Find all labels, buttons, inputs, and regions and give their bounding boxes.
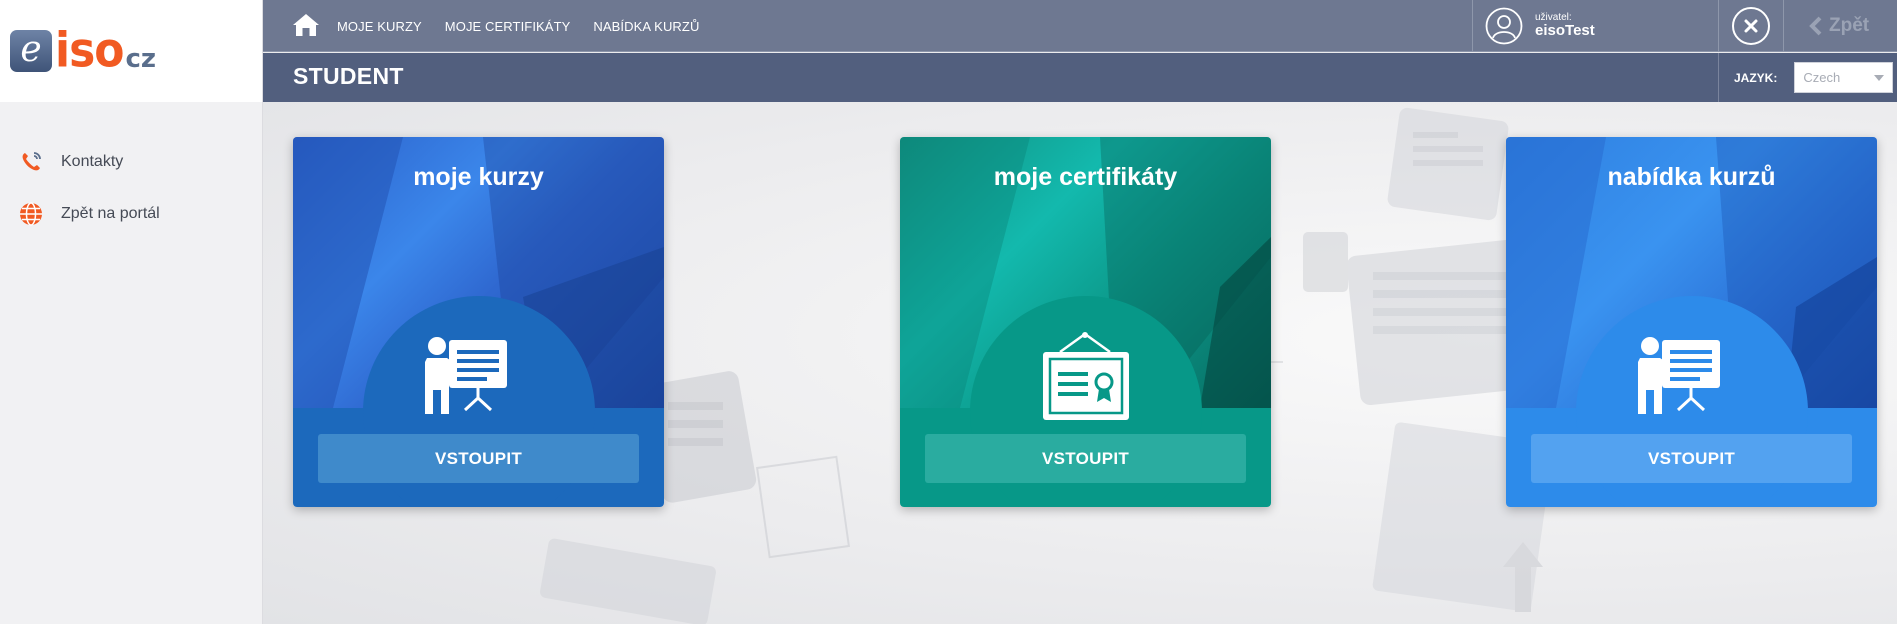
back-button[interactable]: Zpět <box>1783 0 1897 52</box>
card-title: moje kurzy <box>413 163 544 191</box>
logo-area: e iso cz <box>0 0 262 102</box>
nav-my-courses[interactable]: MOJE KURZY <box>337 19 422 34</box>
presentation-icon <box>1636 332 1747 427</box>
chevron-left-icon <box>1809 16 1822 36</box>
card-course-offer[interactable]: nabídka kurzů VSTOUPIT <box>1506 137 1877 507</box>
sidebar-item-contacts[interactable]: Kontakty <box>0 136 262 188</box>
language-value: Czech <box>1803 70 1841 85</box>
chevron-down-icon <box>1874 74 1885 81</box>
enter-button[interactable]: VSTOUPIT <box>318 434 639 483</box>
language-switcher: JAZYK: Czech <box>1718 53 1897 102</box>
card-title: nabídka kurzů <box>1607 163 1776 191</box>
user-info: uživatel: eisoTest <box>1535 12 1595 40</box>
top-nav: MOJE KURZY MOJE CERTIFIKÁTY NABÍDKA KURZ… <box>337 0 722 52</box>
presentation-icon <box>423 332 534 427</box>
language-select[interactable]: Czech <box>1794 62 1894 93</box>
sidebar-item-back-to-portal[interactable]: Zpět na portál <box>0 188 262 240</box>
card-my-certificates[interactable]: moje certifikáty VSTOUPIT <box>900 137 1271 507</box>
globe-icon <box>17 200 45 228</box>
sidebar-item-label: Kontakty <box>61 153 124 170</box>
section-bar: STUDENT JAZYK: Czech <box>263 53 1897 102</box>
sidebar: e iso cz Kontakty Zpět na portál <box>0 0 263 624</box>
logo-e: e <box>10 30 52 72</box>
sidebar-item-label: Zpět na portál <box>61 205 160 222</box>
user-name: eisoTest <box>1535 22 1595 40</box>
user-avatar-icon <box>1485 7 1523 45</box>
page-title: STUDENT <box>293 63 404 89</box>
close-button[interactable] <box>1732 7 1770 45</box>
enter-button[interactable]: VSTOUPIT <box>925 434 1246 483</box>
logo-iso: iso <box>55 22 124 79</box>
certificate-icon <box>1030 332 1141 427</box>
side-menu: Kontakty Zpět na portál <box>0 102 262 240</box>
nav-my-certificates[interactable]: MOJE CERTIFIKÁTY <box>445 19 571 34</box>
nav-course-offer[interactable]: NABÍDKA KURZŮ <box>593 19 699 34</box>
card-title: moje certifikáty <box>993 163 1178 191</box>
home-icon[interactable] <box>291 12 321 38</box>
back-label: Zpět <box>1829 15 1870 36</box>
logo-cz: cz <box>125 44 157 74</box>
card-my-courses[interactable]: moje kurzy VSTOUPIT <box>293 137 664 507</box>
eiso-logo[interactable]: e iso cz <box>10 22 157 79</box>
user-box[interactable]: uživatel: eisoTest <box>1472 0 1719 52</box>
main-content: moje kurzy VSTOUPIT moje certifikáty VST… <box>263 102 1897 624</box>
language-label: JAZYK: <box>1734 70 1778 85</box>
close-icon <box>1744 19 1758 33</box>
phone-icon <box>17 148 45 176</box>
top-bar: MOJE KURZY MOJE CERTIFIKÁTY NABÍDKA KURZ… <box>263 0 1897 52</box>
enter-button[interactable]: VSTOUPIT <box>1531 434 1852 483</box>
